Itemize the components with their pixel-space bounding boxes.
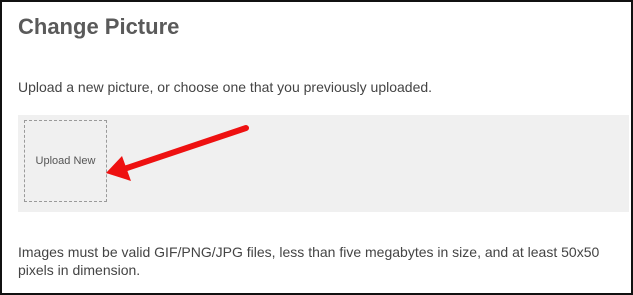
page-title: Change Picture <box>18 14 180 39</box>
upload-new-label: Upload New <box>35 155 96 167</box>
upload-new-button[interactable]: Upload New <box>24 120 107 202</box>
change-picture-panel: Change Picture Upload a new picture, or … <box>0 0 633 295</box>
picture-gallery: Upload New <box>18 115 629 212</box>
intro-text: Upload a new picture, or choose one that… <box>18 79 433 95</box>
image-requirements-text: Images must be valid GIF/PNG/JPG files, … <box>18 244 600 278</box>
